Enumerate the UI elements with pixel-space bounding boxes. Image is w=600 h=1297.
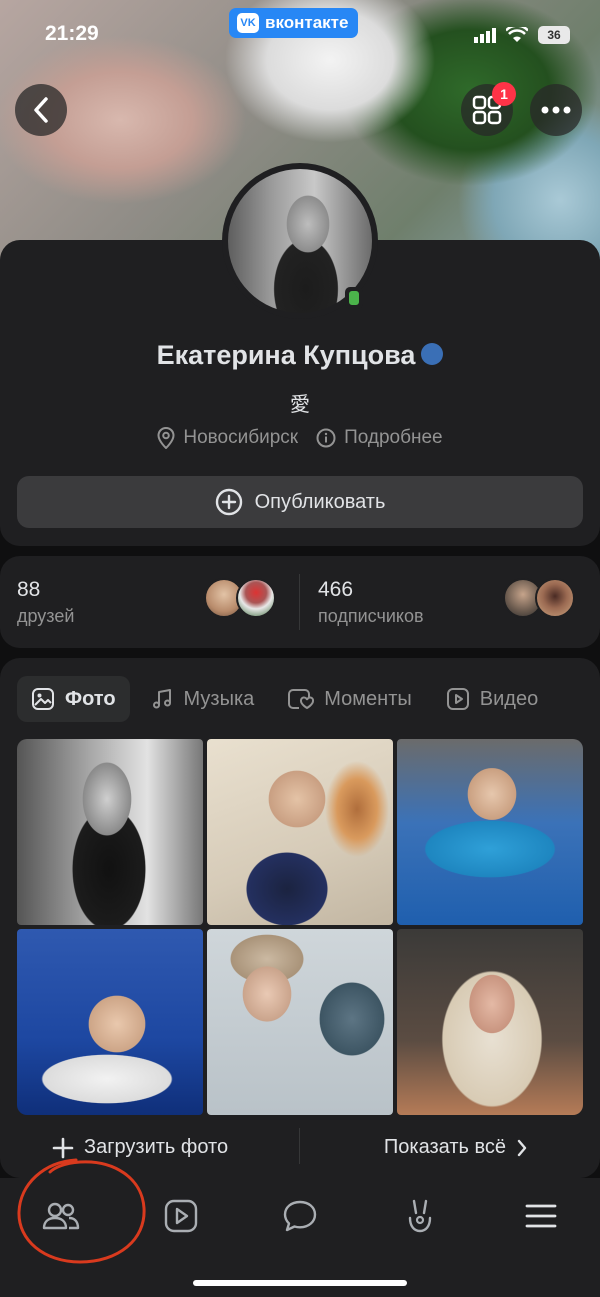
location-pin-icon xyxy=(157,427,175,449)
status-time: 21:29 xyxy=(45,22,99,45)
tab-video-label: Видео xyxy=(479,687,539,710)
status-emoji-icon[interactable] xyxy=(421,342,444,365)
vk-app-badge-label: вконтакте xyxy=(265,13,349,32)
publish-button-label: Опубликовать xyxy=(254,490,386,513)
details-link[interactable]: Подробнее xyxy=(316,427,443,449)
tab-photo-label: Фото xyxy=(65,687,116,710)
photo-grid xyxy=(17,739,583,1115)
menu-icon xyxy=(525,1204,557,1228)
friends-count: 88 xyxy=(17,578,41,601)
profile-status: 愛 xyxy=(290,392,310,416)
nav-messages[interactable] xyxy=(270,1196,330,1236)
media-tabs: Фото Музыка Моменты Видео xyxy=(17,676,552,722)
friends-label: друзей xyxy=(17,606,75,626)
media-card: Фото Музыка Моменты Видео Загрузить фото… xyxy=(0,658,600,1178)
photo-thumbnail[interactable] xyxy=(397,929,583,1115)
friend-avatar xyxy=(236,578,276,618)
photo-thumbnail[interactable] xyxy=(397,739,583,925)
cellular-signal-icon xyxy=(474,28,496,43)
profile-name: Екатерина Купцова xyxy=(0,340,600,371)
followers-avatars[interactable] xyxy=(503,578,575,618)
online-mobile-indicator xyxy=(345,287,363,309)
chevron-left-icon xyxy=(34,97,48,123)
followers-count: 466 xyxy=(318,578,354,601)
details-label: Подробнее xyxy=(344,427,443,448)
photo-thumbnail[interactable] xyxy=(17,739,203,925)
photo-thumbnail[interactable] xyxy=(17,929,203,1115)
follower-avatar xyxy=(535,578,575,618)
video-play-icon xyxy=(164,1199,198,1233)
tab-moments-label: Моменты xyxy=(324,687,412,710)
tab-music-label: Музыка xyxy=(183,687,255,710)
music-icon xyxy=(152,689,171,709)
tab-video[interactable]: Видео xyxy=(432,676,552,722)
red-annotation-circle xyxy=(17,1158,146,1264)
counters-card: 88 друзей 466 подписчиков xyxy=(0,556,600,648)
notification-badge: 1 xyxy=(492,82,516,106)
home-indicator xyxy=(193,1280,407,1286)
photo-icon xyxy=(32,688,54,710)
nav-clips[interactable] xyxy=(390,1196,450,1236)
counters-divider xyxy=(299,574,300,630)
chevron-right-icon xyxy=(517,1139,527,1156)
profile-name-text: Екатерина Купцова xyxy=(156,340,416,370)
media-actions-divider xyxy=(299,1128,300,1164)
wifi-icon xyxy=(506,27,528,42)
nav-video[interactable] xyxy=(151,1196,211,1236)
message-bubble-icon xyxy=(283,1200,317,1232)
city-info: Новосибирск xyxy=(157,427,298,449)
video-icon xyxy=(446,688,469,710)
tab-photo[interactable]: Фото xyxy=(17,676,130,722)
tab-music[interactable]: Музыка xyxy=(136,676,269,722)
city-label: Новосибирск xyxy=(183,427,299,448)
add-circle-icon xyxy=(215,488,242,516)
photo-thumbnail[interactable] xyxy=(207,929,393,1115)
publish-button[interactable]: Опубликовать xyxy=(17,476,583,528)
tab-moments[interactable]: Моменты xyxy=(274,676,425,722)
clips-hand-icon xyxy=(408,1199,432,1233)
friends-avatars[interactable] xyxy=(204,578,276,618)
show-all-button[interactable]: Показать всё xyxy=(384,1136,528,1159)
more-horizontal-icon xyxy=(541,106,571,114)
more-options-button[interactable] xyxy=(530,84,582,136)
friends-counter[interactable]: 88 друзей xyxy=(17,578,74,627)
profile-meta: Новосибирск Подробнее xyxy=(0,427,600,449)
nav-menu[interactable] xyxy=(511,1196,571,1236)
show-all-label: Показать всё xyxy=(383,1136,506,1158)
vk-app-badge: VK вконтакте xyxy=(229,8,359,38)
moments-icon xyxy=(288,689,315,710)
vk-logo-icon: VK xyxy=(237,13,259,33)
followers-counter[interactable]: 466 подписчиков xyxy=(318,578,424,627)
followers-label: подписчиков xyxy=(318,606,424,626)
info-icon xyxy=(316,428,336,448)
system-icons: 36 xyxy=(474,26,570,44)
back-button[interactable] xyxy=(15,84,67,136)
photo-thumbnail[interactable] xyxy=(207,739,393,925)
battery-indicator: 36 xyxy=(538,26,570,44)
